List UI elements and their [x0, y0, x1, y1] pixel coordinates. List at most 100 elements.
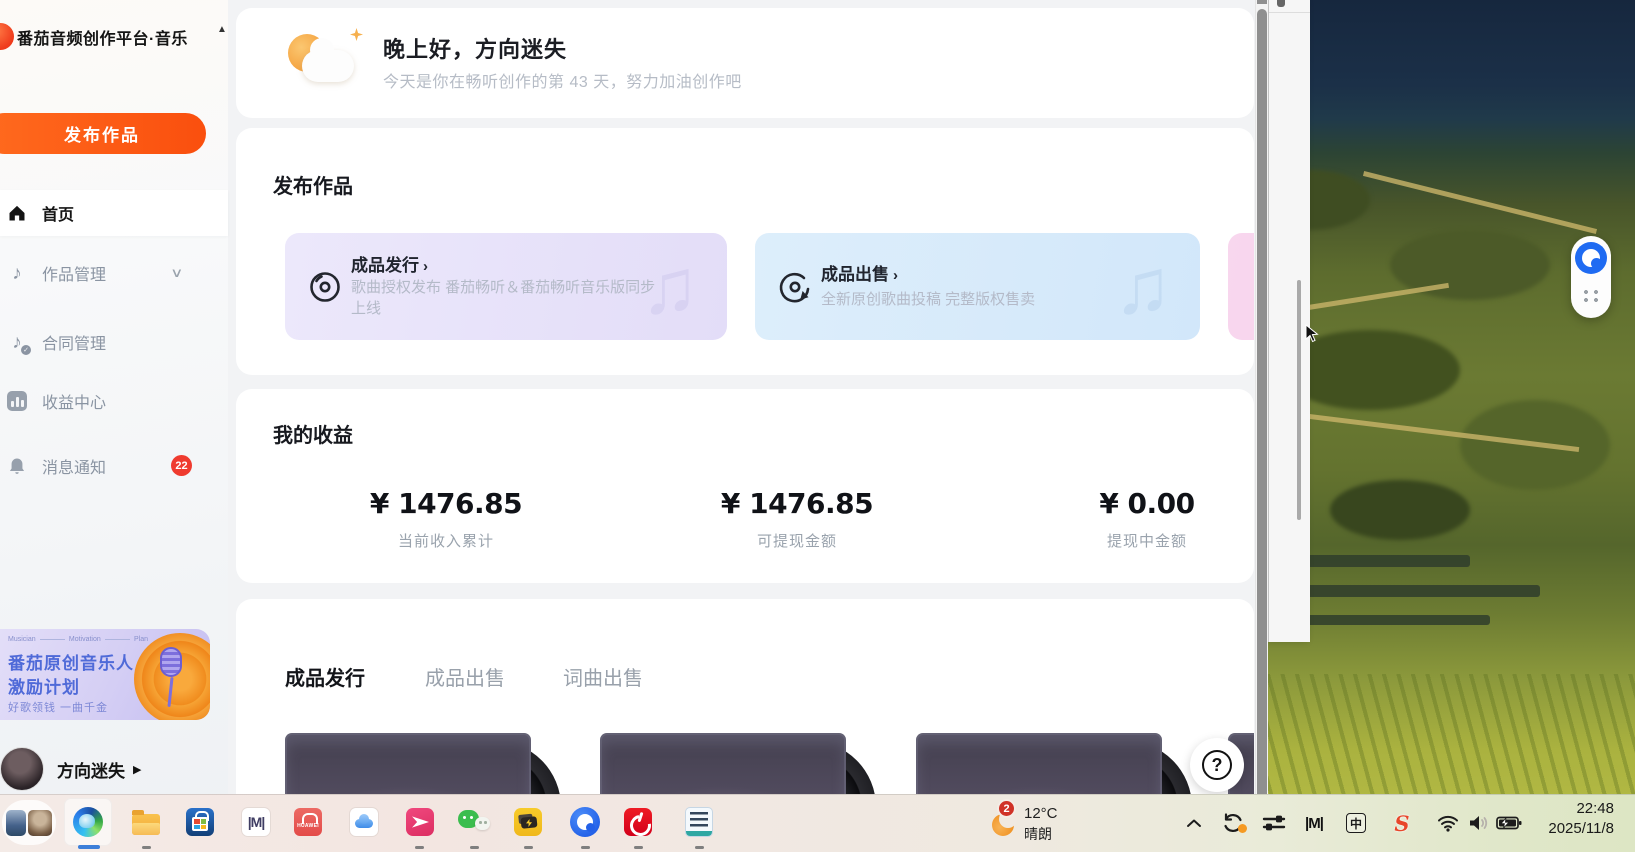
section-heading: 发布作品: [273, 170, 353, 199]
taskbar-m-app[interactable]: |M|: [232, 798, 280, 846]
tray-sync[interactable]: [1216, 794, 1250, 852]
sidebar-item-notifications[interactable]: 消息通知 22: [0, 443, 228, 489]
greeting-subtitle: 今天是你在畅听创作的第 43 天，努力加油创作吧: [383, 68, 742, 92]
tray-sogou[interactable]: S: [1386, 794, 1418, 852]
greeting-title: 晚上好，方向迷失: [383, 32, 567, 64]
running-indicator: [524, 846, 533, 849]
m-tray-icon: |M|: [1305, 815, 1323, 832]
promo-desc: 歌曲授权发布 番茄畅听＆番茄畅听音乐版同步上线: [351, 277, 656, 319]
widget-thumb-icon: [6, 810, 26, 836]
moon-cloud-icon: [288, 28, 368, 94]
taskbar-file-explorer[interactable]: [122, 798, 170, 846]
window-scrollbar[interactable]: [1297, 280, 1301, 520]
sell-promo-card[interactable]: ♫ 成品出售› 全新原创歌曲投稿 完整版权售卖: [755, 233, 1200, 340]
sidebar: 番茄音频创作平台·音乐 ▲ 发布作品 首页 ♪ 作品管理 ∨ ♪ ✓: [0, 0, 228, 852]
tab-sell[interactable]: 成品出售: [425, 662, 505, 691]
chevron-right-icon: ›: [893, 267, 898, 284]
user-profile[interactable]: 方向迷失 ▶: [0, 744, 228, 794]
chevron-right-icon: ›: [423, 258, 428, 275]
avatar[interactable]: [0, 747, 44, 791]
drag-dots-icon[interactable]: [1582, 288, 1600, 304]
vinyl-record-icon: [307, 269, 343, 305]
running-indicator: [581, 846, 590, 849]
microphone-illustration: [160, 647, 182, 711]
sogou-icon: S: [1394, 811, 1409, 836]
flash-cards-icon: [514, 808, 542, 836]
window-scroll-stub: [1277, 0, 1285, 7]
time: 22:48: [1500, 800, 1614, 817]
help-button[interactable]: ?: [1190, 738, 1244, 792]
banner-tags: Musician Motivation Plan: [8, 636, 148, 643]
expand-arrow-icon[interactable]: ▶: [133, 763, 141, 776]
publish-work-button[interactable]: 发布作品: [0, 113, 206, 154]
sidebar-item-earnings[interactable]: 收益中心: [0, 378, 228, 424]
folder-icon: [132, 814, 160, 835]
chevron-down-icon[interactable]: ∨: [170, 265, 183, 281]
tray-ime[interactable]: 中: [1340, 794, 1372, 852]
assistant-float-pill[interactable]: [1571, 236, 1611, 318]
notepad-icon: [686, 808, 712, 836]
taskbar-clock[interactable]: 22:48 2025/11/8: [1500, 800, 1614, 837]
taskbar-pink-media-app[interactable]: [396, 798, 444, 846]
running-indicator: [470, 846, 479, 849]
tray-volume[interactable]: [1464, 794, 1494, 852]
temperature: 12°C: [1024, 805, 1058, 822]
promo-desc: 全新原创歌曲投稿 完整版权售卖: [821, 289, 1151, 310]
lyrics-promo-card[interactable]: [1228, 233, 1254, 340]
netease-music-icon: [624, 808, 652, 836]
sidebar-item-label: 作品管理: [42, 261, 106, 285]
stat-value: ¥ 1476.85: [286, 487, 606, 520]
sidebar-item-home[interactable]: 首页: [0, 190, 228, 236]
app-logo[interactable]: 番茄音频创作平台·音乐 ▲: [0, 22, 228, 52]
taskbar-weather[interactable]: 2 12°C 晴朗: [986, 797, 1106, 847]
speaker-icon: [1468, 814, 1490, 832]
banner-title2: 激励计划: [8, 673, 80, 698]
tray-show-hidden[interactable]: [1180, 794, 1208, 852]
stat-withdrawing: ¥ 0.00 提现中金额: [987, 487, 1268, 551]
background-window-edge[interactable]: [1268, 0, 1310, 642]
assistant-chat-icon[interactable]: [1575, 242, 1607, 274]
weather-condition: 晴朗: [1024, 824, 1052, 844]
stat-label: 当前收入累计: [286, 530, 606, 551]
widgets-button[interactable]: [2, 800, 56, 845]
stat-label: 可提现金额: [637, 530, 957, 551]
taskbar-netease-music[interactable]: [614, 798, 662, 846]
taskbar-notepad[interactable]: [675, 798, 723, 846]
weather-alert-badge: 2: [997, 799, 1016, 818]
taskbar-huawei-appgallery[interactable]: HUAWEI: [284, 798, 332, 846]
tab-release[interactable]: 成品发行: [285, 662, 365, 691]
sidebar-item-label: 首页: [42, 201, 74, 225]
chevron-up-icon: [1186, 818, 1202, 828]
quark-icon: [570, 807, 600, 837]
collapse-arrow-icon[interactable]: ▲: [217, 24, 227, 35]
taskbar-microsoft-store[interactable]: [176, 798, 224, 846]
pink-media-icon: [406, 808, 434, 836]
edge-active-indicator: [78, 845, 100, 849]
tab-lyrics[interactable]: 词曲出售: [563, 662, 643, 691]
taskbar-edge[interactable]: [64, 798, 112, 846]
page-scrollbar-thumb[interactable]: [1257, 9, 1267, 852]
taskbar-wechat[interactable]: [450, 798, 498, 846]
question-mark-icon: ?: [1202, 750, 1232, 780]
user-name: 方向迷失: [57, 757, 125, 782]
stat-withdrawable: ¥ 1476.85 可提现金额: [637, 487, 957, 551]
vinyl-sell-icon: [777, 269, 813, 305]
tray-m-app[interactable]: |M|: [1296, 794, 1332, 852]
taskbar-flash-transfer[interactable]: [504, 798, 552, 846]
stat-label: 提现中金额: [987, 530, 1268, 551]
date: 2025/11/8: [1500, 820, 1614, 837]
tray-wifi[interactable]: [1432, 794, 1464, 852]
promo-title: 成品发行›: [351, 251, 428, 276]
publish-section: 发布作品 ♫ 成品发行› 歌曲授权发布 番茄畅听＆番茄畅听音乐版同步上线 ♫: [236, 128, 1254, 375]
taskbar-quark[interactable]: [561, 798, 609, 846]
greeting-card: 晚上好，方向迷失 今天是你在畅听创作的第 43 天，努力加油创作吧: [236, 8, 1254, 118]
musician-incentive-banner[interactable]: Musician Motivation Plan 番茄原创音乐人 激励计划 好歌…: [0, 629, 210, 720]
stat-value: ¥ 0.00: [987, 487, 1268, 520]
sliders-icon: [1262, 812, 1286, 834]
sidebar-item-contracts[interactable]: ♪ ✓ 合同管理: [0, 319, 228, 365]
tray-sliders[interactable]: [1258, 794, 1290, 852]
release-promo-card[interactable]: ♫ 成品发行› 歌曲授权发布 番茄畅听＆番茄畅听音乐版同步上线: [285, 233, 727, 340]
mouse-cursor: [1304, 324, 1320, 344]
taskbar-cloud-drive[interactable]: [340, 798, 388, 846]
sidebar-item-works[interactable]: ♪ 作品管理 ∨: [0, 250, 228, 296]
